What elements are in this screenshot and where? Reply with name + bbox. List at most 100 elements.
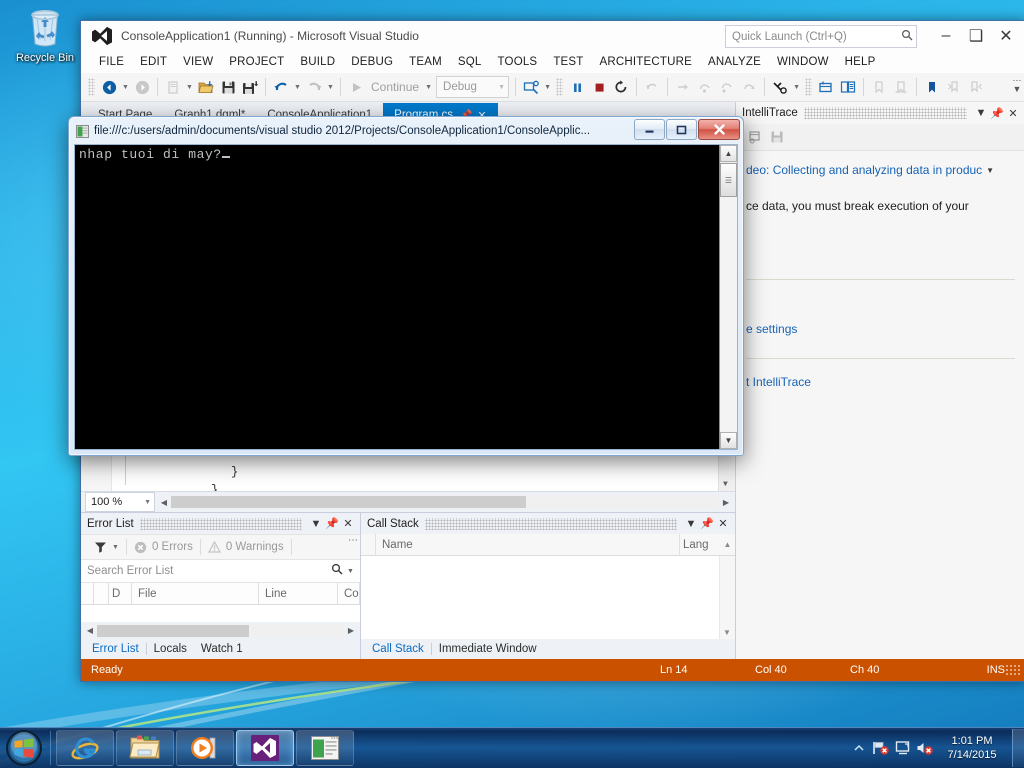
chevron-down-icon[interactable]: ▼	[986, 166, 994, 175]
menu-item-file[interactable]: FILE	[91, 54, 132, 70]
intellitrace-video-link[interactable]: deo: Collecting and analyzing data in pr…	[746, 163, 982, 177]
volume-icon[interactable]	[914, 728, 936, 768]
desktop-icon-recycle-bin[interactable]: Recycle Bin	[8, 6, 82, 65]
toolbar-grip[interactable]	[88, 78, 95, 96]
toolbar-overflow-button[interactable]: ⋯▼	[1011, 76, 1023, 94]
column-header-blank1[interactable]	[81, 583, 94, 604]
console-minimize-button[interactable]	[634, 119, 665, 140]
save-button[interactable]	[217, 76, 239, 98]
toolbar-grip-3[interactable]	[805, 78, 812, 96]
action-center-icon[interactable]	[892, 728, 914, 768]
editor-horizontal-scrollbar[interactable]: ◀ ▶	[157, 494, 733, 510]
chevron-down-icon[interactable]: ▼	[723, 480, 728, 489]
taskbar-item-windows-explorer[interactable]	[116, 730, 174, 766]
intellitrace-dropdown-icon[interactable]: ▼	[791, 84, 802, 91]
taskbar-item-visual-studio[interactable]	[236, 730, 294, 766]
quick-launch-box[interactable]: Quick Launch (Ctrl+Q)	[725, 25, 917, 48]
column-header-blank2[interactable]	[94, 583, 109, 604]
undo-button[interactable]	[270, 76, 292, 98]
menu-item-window[interactable]: WINDOW	[769, 54, 837, 70]
chevron-down-icon[interactable]: ▼	[973, 107, 989, 119]
chevron-down-icon[interactable]: ▼	[347, 568, 360, 575]
restart-button[interactable]	[610, 76, 632, 98]
scroll-track[interactable]	[171, 495, 719, 509]
show-desktop-button[interactable]	[1012, 729, 1024, 767]
scroll-left-icon[interactable]: ◀	[157, 498, 171, 507]
toolbar-overflow-button[interactable]: ⋯	[348, 535, 357, 546]
column-header-language[interactable]: Lang	[680, 534, 720, 555]
intellitrace-toggle-button[interactable]	[769, 76, 791, 98]
scroll-up-icon[interactable]: ▲	[720, 540, 735, 549]
toolbar-grip-2[interactable]	[556, 78, 563, 96]
scroll-track[interactable]	[720, 197, 737, 432]
filter-button[interactable]: ▼	[87, 541, 126, 553]
console-window[interactable]: file:///c:/users/admin/documents/visual …	[68, 116, 744, 456]
panel-drag-handle[interactable]	[140, 518, 302, 530]
intellitrace-save-button[interactable]	[766, 126, 788, 148]
network-icon[interactable]	[870, 728, 892, 768]
tab-immediate-window[interactable]: Immediate Window	[432, 643, 544, 655]
tab-call-stack[interactable]: Call Stack	[365, 643, 432, 655]
panel-drag-handle[interactable]	[804, 107, 967, 119]
column-header-description[interactable]: D	[109, 583, 132, 604]
menu-item-help[interactable]: HELP	[837, 54, 884, 70]
chevron-down-icon[interactable]: ▼	[308, 518, 324, 530]
scroll-right-icon[interactable]: ▶	[719, 498, 733, 507]
scroll-thumb[interactable]: ☰	[720, 163, 737, 197]
errors-count-button[interactable]: 0 Errors	[127, 541, 200, 554]
attach-to-process-button[interactable]	[520, 76, 542, 98]
console-output-area[interactable]: nhap tuoi di may? ▲ ☰ ▼	[74, 144, 738, 450]
call-stack-grid-body[interactable]: ▼	[361, 556, 735, 639]
tab-watch-1[interactable]: Watch 1	[194, 643, 250, 655]
column-header-column[interactable]: Colu	[338, 583, 360, 604]
hex-display-button[interactable]	[815, 76, 837, 98]
scroll-right-icon[interactable]: ▶	[344, 626, 358, 635]
column-header-line[interactable]: Line	[259, 583, 338, 604]
pin-icon[interactable]: 📌	[324, 517, 340, 530]
console-title-bar[interactable]: file:///c:/users/admin/documents/visual …	[72, 120, 740, 142]
toggle-windows-button[interactable]	[837, 76, 859, 98]
panel-drag-handle[interactable]	[425, 518, 677, 530]
close-icon[interactable]: ✕	[715, 517, 731, 530]
scroll-thumb[interactable]	[97, 625, 249, 637]
solution-configuration-combo[interactable]: Debug ▼	[436, 76, 509, 98]
pin-icon[interactable]: 📌	[989, 107, 1005, 120]
menu-item-sql[interactable]: SQL	[450, 54, 490, 70]
search-error-list-input[interactable]: Search Error List	[81, 565, 331, 577]
menu-item-debug[interactable]: DEBUG	[343, 54, 401, 70]
resize-grip[interactable]	[1005, 664, 1021, 676]
undo-dropdown-icon[interactable]: ▼	[292, 84, 303, 91]
navigate-backward-button[interactable]	[98, 76, 120, 98]
error-list-search-row[interactable]: Search Error List ▼	[81, 560, 360, 583]
scroll-left-icon[interactable]: ◀	[83, 626, 97, 635]
column-header-name[interactable]: Name	[376, 534, 680, 555]
toggle-bookmark-button[interactable]	[921, 76, 943, 98]
vs-close-button[interactable]: ✕	[991, 23, 1021, 49]
warnings-count-button[interactable]: 0 Warnings	[201, 541, 291, 553]
error-list-grid-body[interactable]	[81, 605, 360, 622]
zoom-level-combo[interactable]: 100 % ▼	[85, 492, 155, 512]
navigate-backward-dropdown-icon[interactable]: ▼	[120, 84, 131, 91]
search-icon[interactable]	[331, 562, 347, 580]
menu-item-tools[interactable]: TOOLS	[490, 54, 546, 70]
tab-error-list[interactable]: Error List	[85, 643, 147, 655]
taskbar-item-console-window[interactable]	[296, 730, 354, 766]
vs-minimize-button[interactable]: –	[931, 23, 961, 49]
console-close-button[interactable]	[698, 119, 740, 140]
stop-debugging-button[interactable]	[588, 76, 610, 98]
continue-label[interactable]: Continue	[367, 80, 423, 94]
scroll-up-icon[interactable]: ▲	[720, 145, 737, 162]
console-maximize-button[interactable]	[666, 119, 697, 140]
close-icon[interactable]: ✕	[1005, 107, 1021, 120]
break-all-button[interactable]	[566, 76, 588, 98]
taskbar-item-internet-explorer[interactable]	[56, 730, 114, 766]
menu-item-edit[interactable]: EDIT	[132, 54, 175, 70]
close-icon[interactable]: ✕	[340, 517, 356, 530]
scroll-track[interactable]	[97, 624, 344, 638]
save-all-button[interactable]	[239, 76, 261, 98]
scroll-down-icon[interactable]: ▼	[720, 432, 737, 449]
menu-item-analyze[interactable]: ANALYZE	[700, 54, 769, 70]
intellitrace-options-button[interactable]	[744, 126, 766, 148]
column-header-file[interactable]: File	[132, 583, 259, 604]
vs-maximize-button[interactable]: ❑	[961, 23, 991, 49]
